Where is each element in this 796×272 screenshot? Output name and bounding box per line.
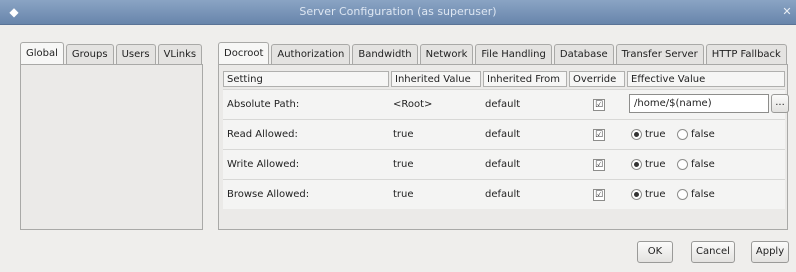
radio-true[interactable] [631,129,642,140]
tab-global[interactable]: Global [20,42,64,65]
cancel-button[interactable]: Cancel [691,241,735,263]
table-row[interactable]: Write Allowed: true default ☑ true false [223,149,785,179]
inherited-value: true [393,129,414,140]
radio-false-label: false [691,159,715,170]
browse-button[interactable]: ... [771,94,789,113]
radio-true-label: true [645,129,666,140]
header-inherited-value[interactable]: Inherited Value [391,71,481,87]
app-icon: ◆ [9,5,19,19]
radio-false[interactable] [677,159,688,170]
tab-transfer-server[interactable]: Transfer Server [615,44,704,65]
right-tabbar: Docroot Authorization Bandwidth Network … [218,42,789,65]
setting-label: Absolute Path: [227,99,300,110]
settings-table: Setting Inherited Value Inherited From O… [223,71,789,209]
server-config-window: ◆ Server Configuration (as superuser) ✕ … [0,0,796,272]
tab-vlinks[interactable]: VLinks [157,44,203,65]
left-tab-pane [20,64,203,230]
header-inherited-from[interactable]: Inherited From [483,71,567,87]
window-title: Server Configuration (as superuser) [299,5,497,18]
tab-database[interactable]: Database [553,44,614,65]
inherited-value: true [393,159,414,170]
inherited-value: <Root> [393,99,433,110]
tab-users[interactable]: Users [115,44,156,65]
header-effective-value[interactable]: Effective Value [627,71,785,87]
absolute-path-input[interactable]: /home/$(name) [629,94,769,113]
table-row[interactable]: Browse Allowed: true default ☑ true fals… [223,179,785,209]
inherited-from: default [485,99,521,110]
header-setting[interactable]: Setting [223,71,389,87]
radio-true-label: true [645,189,666,200]
right-panel: Docroot Authorization Bandwidth Network … [218,42,789,230]
inherited-from: default [485,189,521,200]
override-checkbox[interactable]: ☑ [593,189,605,201]
setting-label: Browse Allowed: [227,189,310,200]
table-row[interactable]: Absolute Path: <Root> default ☑ /home/$(… [223,89,789,119]
close-icon[interactable]: ✕ [780,4,794,20]
table-row[interactable]: Read Allowed: true default ☑ true false [223,119,785,149]
override-checkbox[interactable]: ☑ [593,99,605,111]
tab-authorization[interactable]: Authorization [271,44,351,65]
setting-label: Write Allowed: [227,159,300,170]
tab-network[interactable]: Network [419,44,474,65]
header-override[interactable]: Override [569,71,625,87]
tab-http-fallback[interactable]: HTTP Fallback [705,44,787,65]
radio-false-label: false [691,189,715,200]
inherited-value: true [393,189,414,200]
radio-true-label: true [645,159,666,170]
radio-false[interactable] [677,129,688,140]
docroot-pane: Setting Inherited Value Inherited From O… [218,64,789,230]
apply-button[interactable]: Apply [751,241,789,263]
left-panel: Global Groups Users VLinks [20,42,203,230]
override-checkbox[interactable]: ☑ [593,129,605,141]
radio-true[interactable] [631,189,642,200]
inherited-from: default [485,159,521,170]
ok-button[interactable]: OK [637,241,673,263]
title-bar[interactable]: ◆ Server Configuration (as superuser) ✕ [0,0,796,25]
tab-file-handling[interactable]: File Handling [475,44,552,65]
inherited-from: default [485,129,521,140]
left-tabbar: Global Groups Users VLinks [20,42,204,65]
tab-bandwidth[interactable]: Bandwidth [352,44,418,65]
radio-true[interactable] [631,159,642,170]
radio-false-label: false [691,129,715,140]
setting-label: Read Allowed: [227,129,298,140]
tab-docroot[interactable]: Docroot [218,42,270,65]
table-header: Setting Inherited Value Inherited From O… [223,71,785,88]
radio-false[interactable] [677,189,688,200]
tab-groups[interactable]: Groups [65,44,114,65]
override-checkbox[interactable]: ☑ [593,159,605,171]
